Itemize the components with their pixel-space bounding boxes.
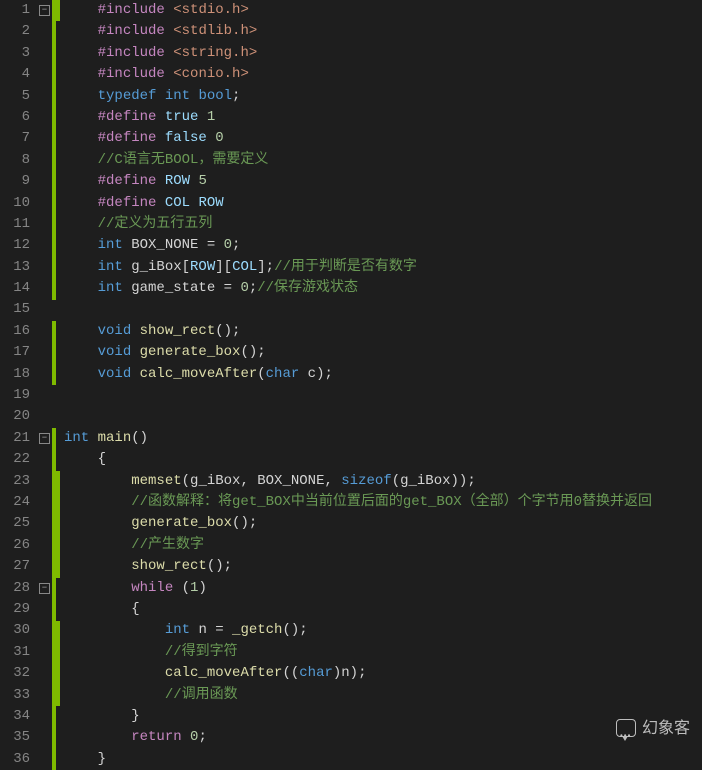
code-line[interactable]: }	[64, 749, 702, 770]
modification-column-inner	[56, 0, 60, 769]
line-number: 15	[4, 299, 30, 320]
line-number: 25	[4, 513, 30, 534]
code-line[interactable]: calc_moveAfter((char)n);	[64, 663, 702, 684]
code-area[interactable]: #include <stdio.h> #include <stdlib.h> #…	[60, 0, 702, 769]
fold-column[interactable]: − − −	[38, 0, 52, 769]
line-number: 1	[4, 0, 30, 21]
line-number: 20	[4, 406, 30, 427]
code-line[interactable]: //得到字符	[64, 642, 702, 663]
line-number: 22	[4, 449, 30, 470]
code-line[interactable]	[64, 406, 702, 427]
fold-toggle[interactable]: −	[39, 433, 50, 444]
line-number: 29	[4, 599, 30, 620]
line-number: 18	[4, 364, 30, 385]
code-line[interactable]: //调用函数	[64, 685, 702, 706]
code-line[interactable]: show_rect();	[64, 556, 702, 577]
line-number: 6	[4, 107, 30, 128]
fold-toggle[interactable]: −	[39, 5, 50, 16]
code-line[interactable]: #define COL ROW	[64, 193, 702, 214]
line-number: 9	[4, 171, 30, 192]
modified-indicator	[56, 471, 60, 578]
code-line[interactable]: #define ROW 5	[64, 171, 702, 192]
line-number: 27	[4, 556, 30, 577]
line-number: 31	[4, 642, 30, 663]
line-number: 32	[4, 663, 30, 684]
code-line[interactable]: {	[64, 449, 702, 470]
modified-indicator	[56, 0, 60, 21]
watermark-text: 幻象客	[642, 718, 690, 739]
line-number: 30	[4, 620, 30, 641]
line-number: 12	[4, 235, 30, 256]
line-number: 17	[4, 342, 30, 363]
line-number: 5	[4, 86, 30, 107]
line-number: 33	[4, 685, 30, 706]
code-line[interactable]: }	[64, 706, 702, 727]
line-number: 10	[4, 193, 30, 214]
line-number: 13	[4, 257, 30, 278]
code-line[interactable]: void generate_box();	[64, 342, 702, 363]
line-number: 35	[4, 727, 30, 748]
code-line[interactable]: //C语言无BOOL，需要定义	[64, 150, 702, 171]
line-number: 11	[4, 214, 30, 235]
code-line[interactable]: int BOX_NONE = 0;	[64, 235, 702, 256]
fold-toggle[interactable]: −	[39, 583, 50, 594]
line-number: 34	[4, 706, 30, 727]
code-line[interactable]: typedef int bool;	[64, 86, 702, 107]
code-line[interactable]: #include <stdio.h>	[64, 0, 702, 21]
line-number: 2	[4, 21, 30, 42]
line-number: 21	[4, 428, 30, 449]
line-number: 23	[4, 471, 30, 492]
line-number: 19	[4, 385, 30, 406]
code-line[interactable]: #include <conio.h>	[64, 64, 702, 85]
line-number-gutter: 1234567891011121314151617181920212223242…	[0, 0, 38, 769]
code-line[interactable]: memset(g_iBox, BOX_NONE, sizeof(g_iBox))…	[64, 471, 702, 492]
code-line[interactable]: {	[64, 599, 702, 620]
line-number: 28	[4, 578, 30, 599]
line-number: 36	[4, 749, 30, 770]
code-line[interactable]: while (1)	[64, 578, 702, 599]
code-line[interactable]: generate_box();	[64, 513, 702, 534]
line-number: 16	[4, 321, 30, 342]
code-line[interactable]: //定义为五行五列	[64, 214, 702, 235]
code-line[interactable]: #include <string.h>	[64, 43, 702, 64]
code-line[interactable]	[64, 385, 702, 406]
code-line[interactable]: int g_iBox[ROW][COL];//用于判断是否有数字	[64, 257, 702, 278]
code-line[interactable]: #define true 1	[64, 107, 702, 128]
line-number: 14	[4, 278, 30, 299]
line-number: 4	[4, 64, 30, 85]
code-line[interactable]	[64, 299, 702, 320]
line-number: 24	[4, 492, 30, 513]
code-line[interactable]: #define false 0	[64, 128, 702, 149]
code-line[interactable]: //函数解释：将get_BOX中当前位置后面的get_BOX（全部）个字节用0替…	[64, 492, 702, 513]
watermark: ••• 幻象客	[616, 718, 690, 739]
code-line[interactable]: int main()	[64, 428, 702, 449]
modified-indicator	[56, 621, 60, 707]
line-number: 26	[4, 535, 30, 556]
line-number: 7	[4, 128, 30, 149]
code-line[interactable]: int game_state = 0;//保存游戏状态	[64, 278, 702, 299]
code-line[interactable]: return 0;	[64, 727, 702, 748]
code-editor[interactable]: 1234567891011121314151617181920212223242…	[0, 0, 702, 769]
code-line[interactable]: void show_rect();	[64, 321, 702, 342]
line-number: 3	[4, 43, 30, 64]
code-line[interactable]: void calc_moveAfter(char c);	[64, 364, 702, 385]
code-line[interactable]: //产生数字	[64, 535, 702, 556]
code-line[interactable]: int n = _getch();	[64, 620, 702, 641]
code-line[interactable]: #include <stdlib.h>	[64, 21, 702, 42]
wechat-icon: •••	[616, 719, 636, 737]
line-number: 8	[4, 150, 30, 171]
